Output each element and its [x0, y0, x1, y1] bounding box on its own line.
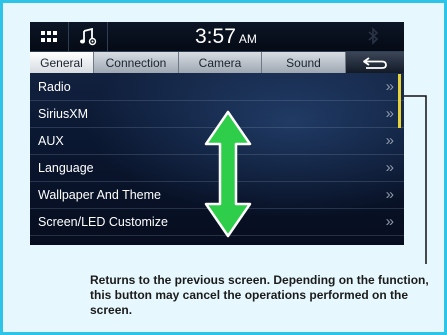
tab-label: Camera — [198, 55, 242, 70]
menu-item-radio[interactable]: Radio » — [30, 74, 404, 101]
audio-button[interactable] — [69, 22, 108, 51]
head-unit-screen: 3:57 AM General Connection Camera Sound R… — [30, 22, 404, 245]
menu-item-label: Wallpaper And Theme — [38, 188, 161, 202]
chevron-right-icon: » — [385, 186, 394, 203]
menu-item-label: AUX — [38, 134, 64, 148]
clock: 3:57 AM — [195, 24, 257, 52]
back-arrow-icon — [363, 56, 387, 69]
menu-item-label: Screen/LED Customize — [38, 215, 168, 229]
chevron-right-icon: » — [385, 78, 394, 95]
tab-label: Connection — [105, 55, 167, 70]
tab-camera[interactable]: Camera — [179, 52, 262, 73]
menu-button[interactable] — [30, 22, 69, 51]
status-bar: 3:57 AM — [30, 22, 404, 52]
grid-menu-icon — [41, 30, 57, 42]
clock-time: 3:57 — [195, 25, 236, 48]
callout-description: Returns to the previous screen. Dependin… — [90, 273, 429, 317]
tab-connection[interactable]: Connection — [94, 52, 179, 73]
menu-item-label: Radio — [38, 80, 71, 94]
menu-item-label: Language — [38, 161, 94, 175]
back-button[interactable] — [346, 52, 404, 73]
chevron-right-icon: » — [385, 213, 394, 230]
chevron-right-icon: » — [385, 105, 394, 122]
scroll-indicator[interactable] — [398, 74, 401, 128]
music-note-settings-icon — [80, 27, 97, 45]
clock-ampm: AM — [238, 32, 257, 46]
tab-general[interactable]: General — [30, 52, 94, 73]
tab-sound[interactable]: Sound — [262, 52, 346, 73]
tab-label: General — [40, 55, 83, 70]
menu-item-label: SiriusXM — [38, 107, 89, 121]
tab-label: Sound — [286, 55, 321, 70]
scroll-up-down-arrow-icon — [204, 110, 252, 238]
chevron-right-icon: » — [385, 132, 394, 149]
chevron-right-icon: » — [385, 159, 394, 176]
bluetooth-icon — [368, 27, 379, 45]
